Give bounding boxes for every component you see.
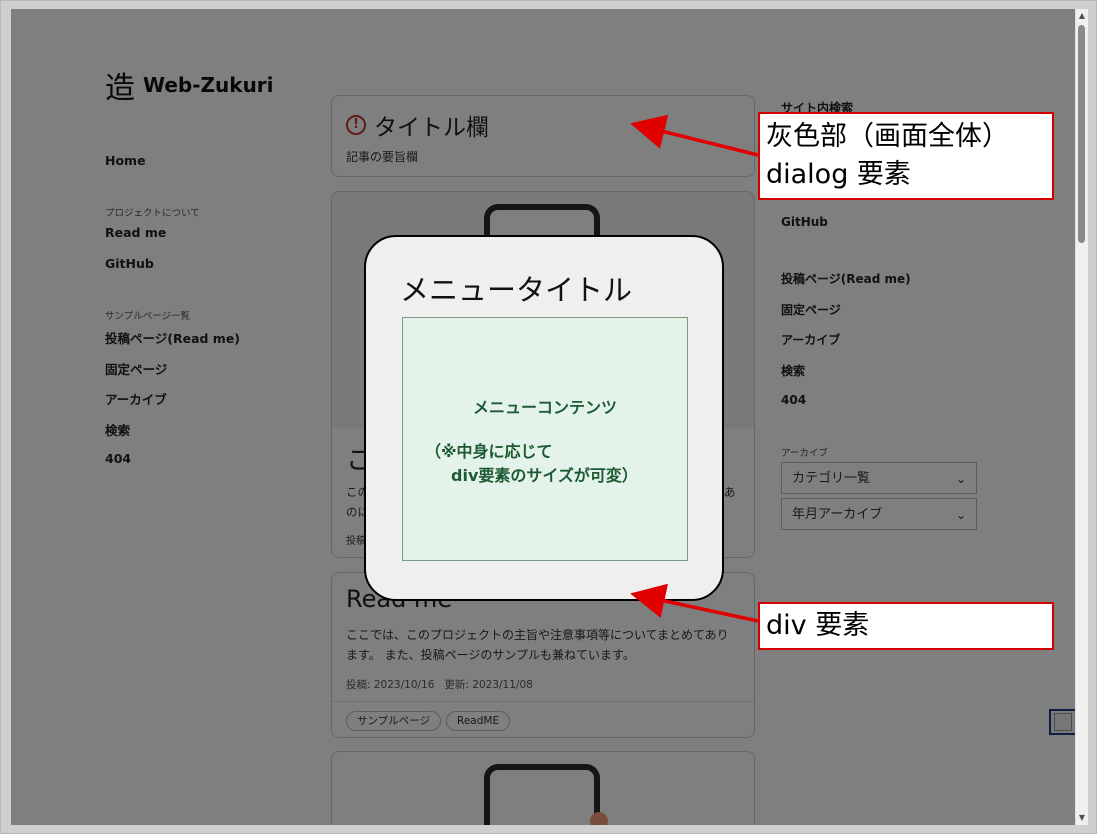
browser-frame: 造 Web-Zukuri Home プロジェクトについて Read me Git… xyxy=(0,0,1097,834)
annotation-line-2: dialog 要素 xyxy=(766,159,911,190)
annotation-div-label: div 要素 xyxy=(758,602,1054,650)
scroll-down-icon[interactable]: ▼ xyxy=(1076,813,1088,823)
arrow-to-overlay xyxy=(630,114,759,157)
annotation-line-1: 灰色部（画面全体） xyxy=(766,121,1009,152)
scroll-up-icon[interactable]: ▲ xyxy=(1076,11,1088,21)
vertical-scrollbar[interactable]: ▲ ▼ xyxy=(1075,9,1088,825)
annotation-dialog-label: 灰色部（画面全体） dialog 要素 xyxy=(758,112,1054,200)
annotation-div-text: div 要素 xyxy=(766,610,870,641)
scroll-thumb[interactable] xyxy=(1078,25,1085,243)
arrow-to-div xyxy=(630,583,759,623)
page-viewport: 造 Web-Zukuri Home プロジェクトについて Read me Git… xyxy=(11,9,1075,825)
